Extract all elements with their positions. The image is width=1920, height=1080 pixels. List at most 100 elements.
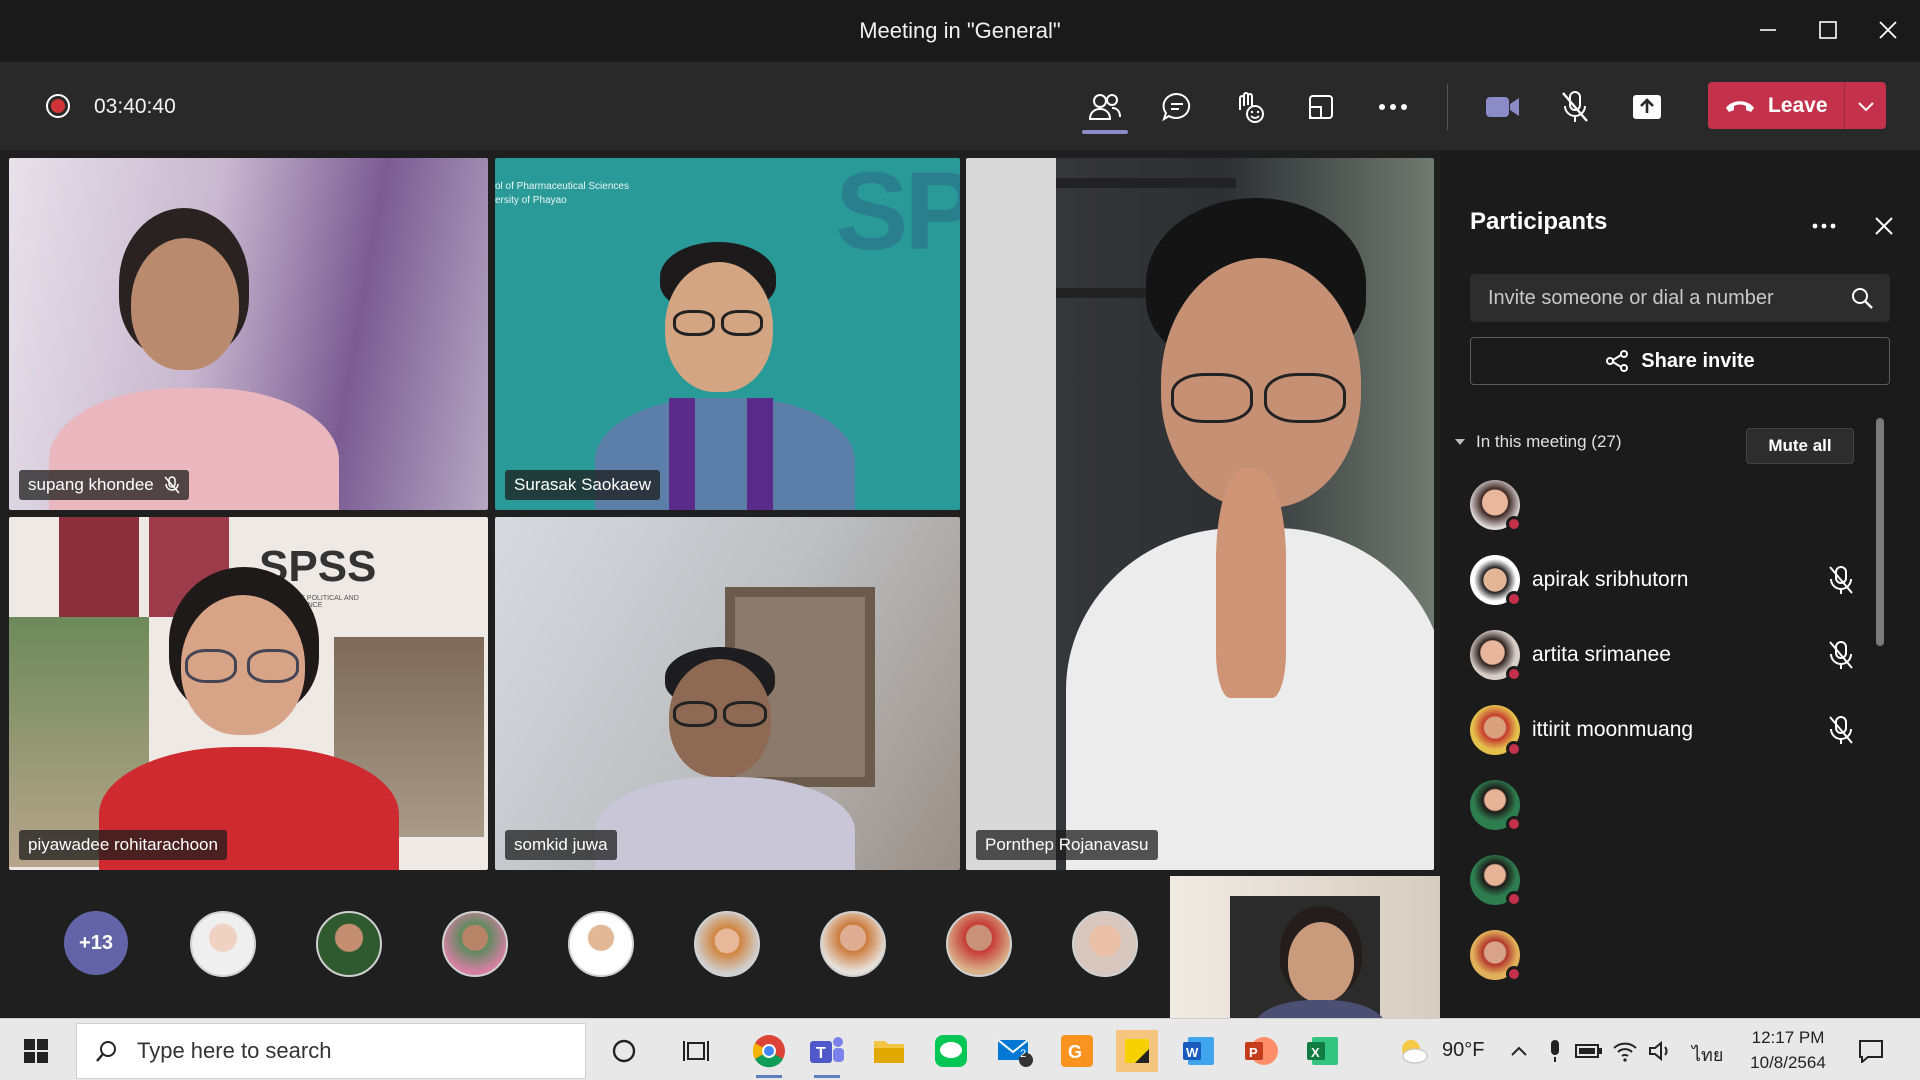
tile-name: Pornthep Rojanavasu [985,835,1149,854]
participant-row[interactable]: artita srimanee [1470,626,1870,684]
share-invite-label: Share invite [1641,349,1755,372]
participant-avatar[interactable] [1072,911,1138,977]
self-video [1254,906,1386,1018]
start-button[interactable] [14,1034,58,1068]
chevron-up-icon [1511,1046,1527,1056]
tile-name: piyawadee rohitarachoon [28,835,218,854]
taskbar-clock[interactable]: 12:17 PM 10/8/2564 [1740,1025,1836,1075]
tile-name: supang khondee [28,475,154,494]
line-app-icon [935,1035,967,1067]
self-view-video[interactable] [1170,876,1440,1018]
participant-row[interactable] [1470,926,1870,984]
weather-icon[interactable] [1392,1030,1434,1072]
panel-scrollbar[interactable] [1876,418,1884,646]
participant-avatar[interactable] [946,911,1012,977]
task-view-button[interactable] [675,1030,717,1072]
in-meeting-section-toggle[interactable]: In this meeting (27) [1454,432,1622,452]
avatar [1470,555,1522,607]
reactions-button[interactable] [1224,82,1274,132]
participant-video [49,208,349,510]
meeting-timer: 03:40:40 [94,95,176,118]
tile-name-label: Surasak Saokaew [505,470,661,500]
tile-name-label: Pornthep Rojanavasu [976,830,1158,860]
share-icon [1606,350,1629,372]
participants-toggle-button[interactable] [1080,82,1130,132]
video-tile-piyawadee[interactable]: SPSS SCHOOL OF POLITICAL AND SOCIAL SCIE… [9,517,488,870]
participant-video [99,567,419,870]
maximize-button[interactable] [1806,10,1850,50]
video-tile-pornthep[interactable]: Pornthep Rojanavasu [966,158,1434,870]
chat-button[interactable] [1152,82,1202,132]
video-tile-somkid[interactable]: somkid juwa [495,517,960,870]
taskbar-app-excel[interactable]: X [1302,1030,1344,1072]
more-participants-badge[interactable]: +13 [64,911,128,975]
participant-avatar[interactable] [190,911,256,977]
invite-input[interactable] [1488,286,1848,310]
status-badge [1506,816,1522,832]
camera-button[interactable] [1478,82,1528,132]
background-text: ol of Pharmaceutical Sciences ersity of … [495,180,629,208]
input-language[interactable]: ไทย [1692,1040,1723,1069]
close-window-button[interactable] [1866,10,1910,50]
mute-all-button[interactable]: Mute all [1746,428,1854,464]
participant-row[interactable] [1470,851,1870,909]
panel-more-button[interactable] [1804,206,1844,246]
minimize-button[interactable] [1746,10,1790,50]
chat-icon [1162,92,1191,122]
leave-options-button[interactable] [1845,82,1886,129]
taskbar-app-photo-editor[interactable]: G [1056,1030,1098,1072]
participant-name: artita srimanee [1532,643,1671,666]
notification-center-icon [1859,1040,1883,1063]
more-actions-button[interactable] [1368,82,1418,132]
participant-avatar[interactable] [820,911,886,977]
video-tile-surasak[interactable]: ol of Pharmaceutical Sciences ersity of … [495,158,960,510]
taskbar-app-mail[interactable]: 2 [994,1030,1036,1072]
taskbar-app-teams[interactable]: T [806,1030,848,1078]
recording-icon [46,94,70,118]
notifications-button[interactable] [1850,1030,1892,1072]
participant-avatar[interactable] [568,911,634,977]
participant-row[interactable]: ittirit moonmuang [1470,701,1870,759]
panel-close-button[interactable] [1864,206,1904,246]
taskbar-search-box[interactable]: Type here to search [76,1023,586,1079]
tile-name-label: somkid juwa [505,830,617,860]
folder-icon [874,1041,904,1063]
leave-button[interactable]: Leave [1708,82,1886,129]
teams-icon: T [810,1037,844,1063]
taskbar-app-chrome[interactable] [748,1030,790,1078]
participant-row[interactable] [1470,776,1870,834]
phone-hangup-icon [1726,100,1754,112]
status-badge [1506,966,1522,982]
leave-main[interactable]: Leave [1708,82,1844,129]
mail-badge: 2 [1020,1048,1027,1060]
share-invite-button[interactable]: Share invite [1470,337,1890,385]
participant-name: apirak sribhutorn [1532,568,1689,591]
taskbar-app-line[interactable] [930,1030,972,1072]
caret-down-icon [1455,439,1465,445]
status-badge [1506,516,1522,532]
mic-icon [1551,1040,1559,1062]
participant-row[interactable]: apirak sribhutorn [1470,551,1870,609]
volume-tray-icon[interactable] [1640,1030,1682,1072]
taskbar-app-word[interactable]: W [1178,1030,1220,1072]
taskbar-app-powerpoint[interactable]: P [1240,1030,1282,1072]
breakout-rooms-icon [1309,95,1333,119]
participant-row[interactable] [1470,476,1870,534]
taskbar-app-file-explorer[interactable] [868,1030,910,1072]
participant-avatar[interactable] [316,911,382,977]
share-screen-button[interactable] [1622,82,1672,132]
video-tile-supang[interactable]: supang khondee [9,158,488,510]
taskbar-app-sticky-notes[interactable] [1116,1030,1158,1072]
status-badge [1506,591,1522,607]
cortana-button[interactable] [603,1030,645,1072]
powerpoint-icon: P [1245,1037,1278,1065]
participant-avatar[interactable] [442,911,508,977]
mic-button[interactable] [1550,82,1600,132]
tile-name: Surasak Saokaew [514,475,652,494]
wifi-icon [1613,1042,1637,1062]
invite-search-box[interactable] [1470,274,1890,322]
rooms-button[interactable] [1296,82,1346,132]
weather-temp: 90°F [1442,1039,1485,1061]
participant-avatar[interactable] [694,911,760,977]
more-icon [1379,104,1407,110]
